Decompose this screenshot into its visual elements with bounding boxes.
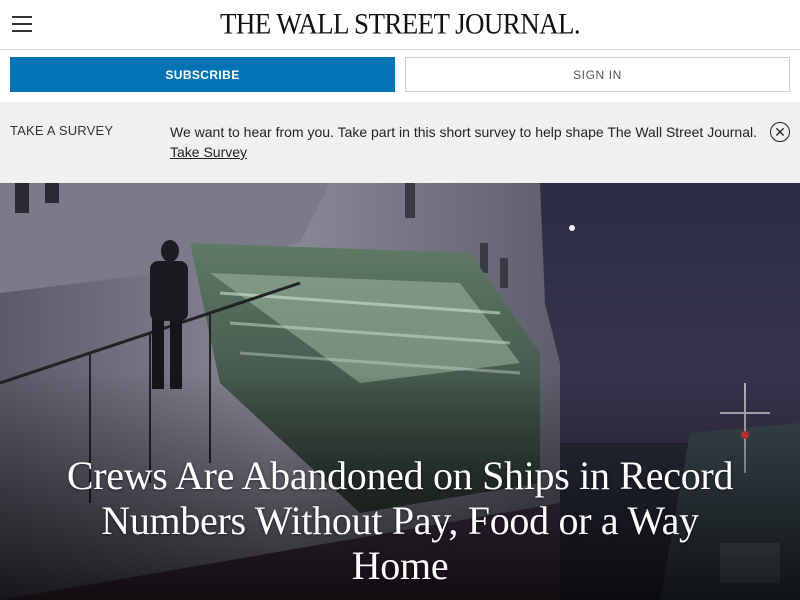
article-headline[interactable]: Crews Are Abandoned on Ships in Record N… — [60, 453, 740, 588]
wsj-logo[interactable]: THE WALL STREET JOURNAL. — [0, 8, 800, 41]
close-circle-icon[interactable]: ✕ — [770, 122, 790, 142]
subscribe-button[interactable]: SUBSCRIBE — [10, 57, 395, 92]
survey-message-block: We want to hear from you. Take part in t… — [170, 122, 760, 162]
survey-label: TAKE A SURVEY — [10, 123, 114, 138]
site-header: THE WALL STREET JOURNAL. — [0, 0, 800, 50]
account-actions: SUBSCRIBE SIGN IN — [0, 51, 800, 102]
survey-message: We want to hear from you. Take part in t… — [170, 124, 757, 140]
hero-image[interactable]: Crews Are Abandoned on Ships in Record N… — [0, 183, 800, 600]
sign-in-button[interactable]: SIGN IN — [405, 57, 790, 92]
take-survey-link[interactable]: Take Survey — [170, 144, 247, 160]
survey-banner: TAKE A SURVEY We want to hear from you. … — [0, 102, 800, 183]
